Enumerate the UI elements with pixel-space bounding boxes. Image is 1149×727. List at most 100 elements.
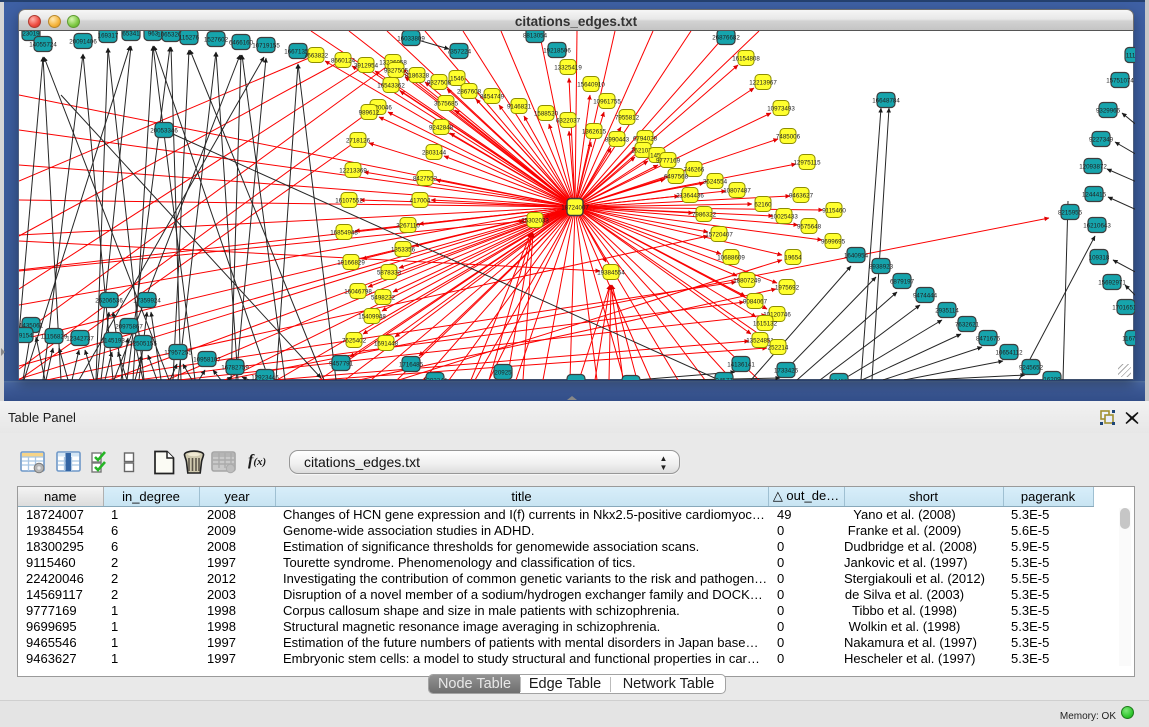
svg-text:2867608: 2867608 — [457, 89, 482, 96]
svg-text:15409948: 15409948 — [358, 314, 386, 321]
svg-text:10654112: 10654112 — [995, 350, 1023, 357]
svg-text:16210643: 16210643 — [1083, 223, 1111, 230]
svg-text:6466160: 6466160 — [229, 40, 254, 47]
svg-text:16107552: 16107552 — [335, 198, 363, 205]
svg-text:10973493: 10973493 — [767, 106, 795, 113]
svg-text:15692971: 15692971 — [1098, 280, 1126, 287]
svg-text:1353356: 1353356 — [391, 247, 416, 254]
svg-text:109318: 109318 — [1089, 255, 1110, 262]
svg-text:6879197: 6879197 — [890, 279, 915, 286]
svg-text:16209: 16209 — [1043, 377, 1061, 380]
svg-text:10719155: 10719155 — [252, 43, 280, 50]
svg-text:65341: 65341 — [122, 31, 140, 38]
svg-text:94577: 94577 — [715, 378, 733, 380]
svg-text:7357224: 7357224 — [447, 49, 472, 56]
svg-text:3675685: 3675685 — [434, 101, 459, 108]
svg-text:15751074: 15751074 — [1106, 78, 1134, 85]
svg-text:9575648: 9575648 — [797, 224, 822, 231]
svg-text:1588520: 1588520 — [534, 111, 559, 118]
svg-text:16455: 16455 — [830, 379, 848, 380]
svg-text:12213967: 12213967 — [749, 80, 777, 87]
svg-text:16543362: 16543362 — [377, 83, 405, 90]
svg-text:15720407: 15720407 — [705, 232, 733, 239]
svg-text:9329966: 9329966 — [1096, 108, 1121, 115]
svg-text:8427552: 8427552 — [413, 176, 438, 183]
svg-text:8990443: 8990443 — [605, 137, 630, 144]
svg-text:1716485: 1716485 — [399, 362, 424, 369]
svg-text:20053346: 20053346 — [150, 128, 178, 135]
svg-text:8471676: 8471676 — [976, 336, 1001, 343]
svg-text:18724007: 18724007 — [561, 205, 589, 212]
svg-text:20925: 20925 — [494, 370, 512, 377]
svg-text:16046798: 16046798 — [344, 289, 372, 296]
svg-text:9245652: 9245652 — [1019, 365, 1044, 372]
svg-text:3624554: 3624554 — [703, 179, 728, 186]
svg-text:9146821: 9146821 — [507, 104, 532, 111]
svg-text:10961755: 10961755 — [593, 99, 621, 106]
svg-text:1145193: 1145193 — [101, 338, 125, 345]
svg-text:12923446: 12923446 — [251, 375, 279, 380]
svg-text:19218506: 19218506 — [543, 48, 571, 55]
svg-text:1640954: 1640954 — [844, 253, 869, 260]
svg-text:16154808: 16154808 — [732, 56, 760, 63]
svg-text:21364436: 21364436 — [676, 193, 704, 200]
svg-text:20091406: 20091406 — [69, 39, 97, 46]
svg-text:17957255: 17957255 — [164, 350, 192, 357]
svg-text:12342737: 12342737 — [66, 336, 94, 343]
svg-text:39154: 39154 — [19, 333, 33, 340]
svg-text:1167533: 1167533 — [1122, 336, 1135, 343]
svg-text:18807249: 18807249 — [733, 278, 761, 285]
svg-text:8660124: 8660124 — [331, 58, 356, 65]
svg-text:746266: 746266 — [684, 167, 705, 174]
svg-text:8454749: 8454749 — [480, 94, 505, 101]
svg-text:5878333: 5878333 — [377, 270, 402, 277]
svg-text:11123: 11123 — [1126, 53, 1135, 60]
svg-text:9242848: 9242848 — [429, 125, 454, 132]
svg-text:11156829: 11156829 — [41, 334, 68, 341]
svg-text:5498222: 5498222 — [371, 295, 396, 302]
svg-text:19166829: 19166829 — [337, 260, 365, 267]
svg-text:417004: 417004 — [410, 198, 431, 205]
svg-text:8813054: 8813054 — [523, 33, 548, 40]
svg-text:16854948: 16854948 — [330, 230, 358, 237]
svg-text:12975115: 12975115 — [793, 160, 821, 167]
svg-text:19384554: 19384554 — [597, 270, 625, 277]
svg-text:12213369: 12213369 — [339, 168, 367, 175]
svg-text:1362615: 1362615 — [582, 129, 607, 136]
svg-text:26206536: 26206536 — [95, 298, 123, 305]
svg-text:16033809: 16033809 — [397, 36, 425, 43]
svg-text:252214: 252214 — [768, 345, 789, 352]
svg-text:9115460: 9115460 — [822, 208, 846, 215]
svg-text:7632621: 7632621 — [955, 322, 980, 329]
svg-text:6322037: 6322037 — [556, 118, 581, 125]
svg-text:15640910: 15640910 — [577, 82, 605, 89]
svg-text:1546: 1546 — [450, 76, 464, 83]
svg-text:1615132: 1615132 — [753, 321, 778, 328]
svg-text:169317: 169317 — [98, 33, 119, 40]
svg-text:1244415: 1244415 — [1082, 192, 1107, 199]
svg-text:62160: 62160 — [754, 202, 772, 209]
svg-text:14136141: 14136141 — [727, 362, 755, 369]
svg-text:8186328: 8186328 — [405, 73, 430, 80]
svg-text:9457791: 9457791 — [329, 361, 354, 368]
svg-text:3267110: 3267110 — [396, 223, 420, 230]
svg-text:1975692: 1975692 — [775, 285, 800, 292]
svg-text:7663822: 7663822 — [304, 53, 329, 60]
svg-text:115276: 115276 — [179, 35, 200, 42]
svg-text:17359924: 17359924 — [133, 298, 161, 305]
svg-text:16782759: 16782759 — [221, 365, 249, 372]
svg-text:19654: 19654 — [784, 255, 802, 262]
svg-text:10688609: 10688609 — [717, 255, 745, 262]
svg-text:9084067: 9084067 — [743, 299, 768, 306]
svg-text:10807487: 10807487 — [723, 188, 751, 195]
svg-text:25302033: 25302033 — [521, 218, 549, 225]
svg-text:20975867: 20975867 — [115, 324, 143, 331]
svg-text:16648784: 16648784 — [872, 98, 900, 105]
svg-text:9327508: 9327508 — [427, 80, 452, 87]
svg-text:7955812: 7955812 — [615, 115, 640, 122]
svg-text:8938923: 8938923 — [869, 264, 894, 271]
svg-text:7986322: 7986322 — [692, 212, 717, 219]
svg-text:6794028: 6794028 — [633, 136, 658, 143]
svg-text:1733426: 1733426 — [774, 368, 799, 375]
svg-text:2935114: 2935114 — [935, 308, 959, 315]
